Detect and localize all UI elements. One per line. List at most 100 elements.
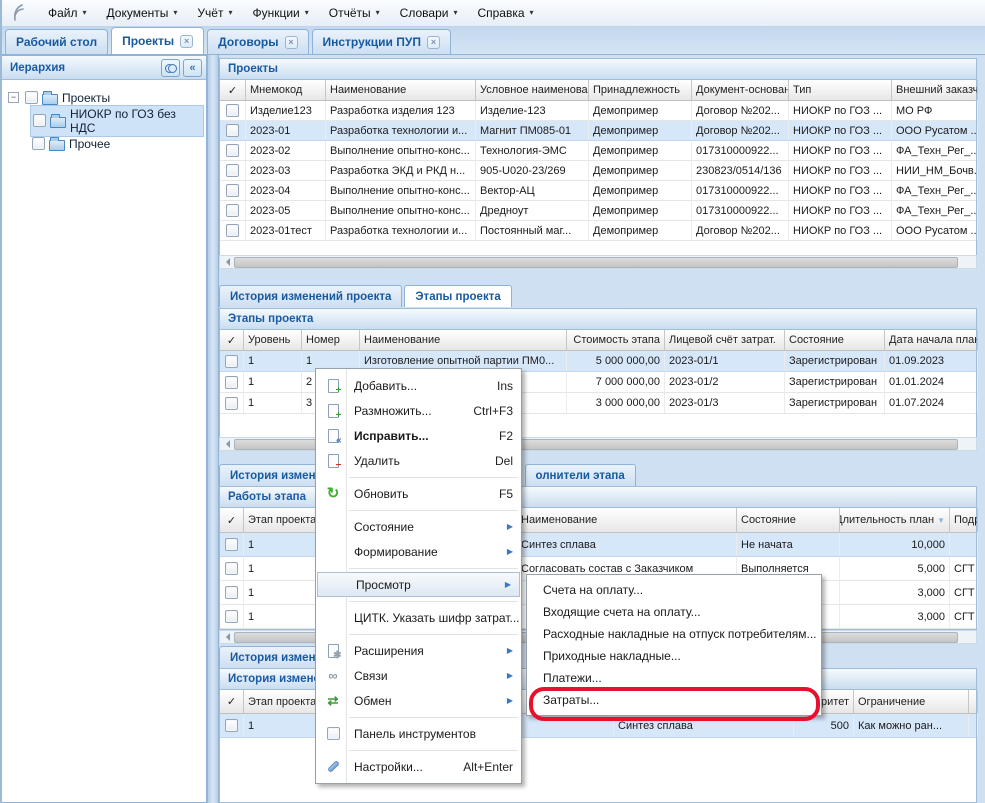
menubar-item[interactable]: Файл▾ [38,3,97,24]
row-checkbox[interactable] [226,184,239,197]
column-header[interactable]: Документ-основан [692,80,789,100]
close-icon[interactable]: × [285,36,298,49]
context-menu-item[interactable]: ⇄Обмен▶ [316,688,521,713]
context-menu-item[interactable]: «Исправить...F2 [316,423,521,448]
column-header[interactable]: Наименование [326,80,476,100]
scroll-left-icon[interactable] [220,256,234,268]
tab-history[interactable]: История измен [219,646,327,668]
project-row[interactable]: 2023-01тестРазработка технологии и...Пос… [220,221,976,241]
scrollbar-thumb[interactable] [234,257,958,268]
row-checkbox[interactable] [226,124,239,137]
column-header[interactable]: Наименование [517,508,737,532]
project-row[interactable]: 2023-03Разработка ЭКД и РКД н...905-U020… [220,161,976,181]
context-menu-item[interactable]: Настройки...Alt+Enter [316,754,521,779]
column-header[interactable]: Принадлежность [589,80,692,100]
column-header[interactable]: Номер [302,330,360,350]
context-menu-item[interactable]: Формирование▶ [316,539,521,564]
context-menu-item[interactable]: Панель инструментов [316,721,521,746]
column-header[interactable]: Наименование [360,330,567,350]
tree-item[interactable]: НИОКР по ГОЗ без НДС [6,109,204,132]
column-header[interactable]: Ограничение [854,690,969,713]
context-menu-item[interactable]: +Добавить...Ins [316,373,521,398]
row-checkbox[interactable] [226,224,239,237]
chevron-down-icon: ▾ [453,8,457,17]
column-header[interactable]: Внешний заказчик [892,80,978,100]
column-header[interactable]: Состояние [737,508,840,532]
column-header[interactable]: ✓ [220,80,246,100]
tree-checkbox[interactable] [32,137,45,150]
menubar-item[interactable]: Документы▾ [97,3,188,24]
column-header[interactable]: Мнемокод [246,80,326,100]
stage-tab[interactable]: Этапы проекта [404,285,511,307]
row-checkbox[interactable] [226,204,239,217]
row-checkbox[interactable] [225,376,238,389]
column-header[interactable]: Тип [789,80,892,100]
column-header[interactable]: Длительность план▼ [840,508,950,532]
context-menu-item[interactable]: −УдалитьDel [316,448,521,473]
context-menu-item[interactable]: Состояние▶ [316,514,521,539]
splitter[interactable] [207,55,219,803]
project-row[interactable]: 2023-02Выполнение опытно-конс...Технолог… [220,141,976,161]
row-checkbox[interactable] [225,719,238,732]
submenu-item[interactable]: Расходные накладные на отпуск потребител… [527,623,821,645]
menubar-item[interactable]: Учёт▾ [187,3,242,24]
row-checkbox[interactable] [225,586,238,599]
scroll-left-icon[interactable] [220,631,234,643]
column-header[interactable]: Этап проекта [244,508,324,532]
column-header[interactable]: Стоимость этапа [567,330,665,350]
column-header[interactable]: Уровень [244,330,302,350]
column-header[interactable] [969,690,978,713]
menubar-item[interactable]: Функции▾ [242,3,318,24]
context-menu-item[interactable]: ↻ОбновитьF5 [316,481,521,506]
row-checkbox[interactable] [225,538,238,551]
context-menu-item[interactable]: +Размножить...Ctrl+F3 [316,398,521,423]
row-checkbox[interactable] [225,562,238,575]
document-tab[interactable]: Договоры× [207,29,308,54]
context-menu-item[interactable]: Просмотр▶ [317,572,520,597]
project-row[interactable]: 2023-04Выполнение опытно-конс...Вектор-А… [220,181,976,201]
menubar-item[interactable]: Справка▾ [467,3,543,24]
column-header[interactable]: ✓ [220,330,244,350]
collapse-sidebar-button[interactable]: « [183,59,202,77]
document-tab[interactable]: Рабочий стол [5,29,108,54]
row-checkbox[interactable] [226,144,239,157]
context-menu-item[interactable]: ∞Связи▶ [316,663,521,688]
row-checkbox[interactable] [225,610,238,623]
document-tab[interactable]: Инструкции ПУП× [312,29,451,54]
row-checkbox[interactable] [226,164,239,177]
close-icon[interactable]: × [180,35,193,48]
project-row[interactable]: Изделие123Разработка изделия 123Изделие-… [220,101,976,121]
tree-checkbox[interactable] [25,91,38,104]
submenu-item[interactable]: Приходные накладные... [527,645,821,667]
project-row[interactable]: 2023-01Разработка технологии и...Магнит … [220,121,976,141]
project-row[interactable]: 2023-05Выполнение опытно-конс...Дредноут… [220,201,976,221]
column-header[interactable]: Этап проекта [244,690,324,713]
column-header[interactable]: Дата начала план [885,330,978,350]
submenu-item[interactable]: Входящие счета на оплату... [527,601,821,623]
close-icon[interactable]: × [427,36,440,49]
column-header[interactable]: Условное наименова [476,80,589,100]
context-menu-item[interactable]: ЦИТК. Указать шифр затрат... [316,605,521,630]
column-header[interactable]: Подр [950,508,978,532]
submenu-item[interactable]: Платежи... [527,667,821,689]
row-checkbox[interactable] [225,397,238,410]
row-checkbox[interactable] [226,104,239,117]
scroll-left-icon[interactable] [220,438,234,450]
menubar-item[interactable]: Словари▾ [390,3,468,24]
column-header[interactable]: Состояние [785,330,885,350]
tree-expander-icon[interactable]: − [8,92,19,103]
context-menu-item[interactable]: ✱Расширения▶ [316,638,521,663]
work-tab[interactable]: История измен [219,464,327,486]
submenu-item[interactable]: Счета на оплату... [527,579,821,601]
work-tab[interactable]: олнители этапа [525,464,636,486]
stage-tab[interactable]: История изменений проекта [219,285,402,307]
row-checkbox[interactable] [225,355,238,368]
tree-checkbox[interactable] [33,114,46,127]
search-button[interactable] [161,59,180,77]
column-header[interactable]: Лицевой счёт затрат. [665,330,785,350]
menubar-item[interactable]: Отчёты▾ [319,3,390,24]
document-tab[interactable]: Проекты× [111,27,204,54]
column-header[interactable]: ✓ [220,508,244,532]
column-header[interactable]: ✓ [220,690,244,713]
projects-hscrollbar[interactable] [219,255,977,269]
